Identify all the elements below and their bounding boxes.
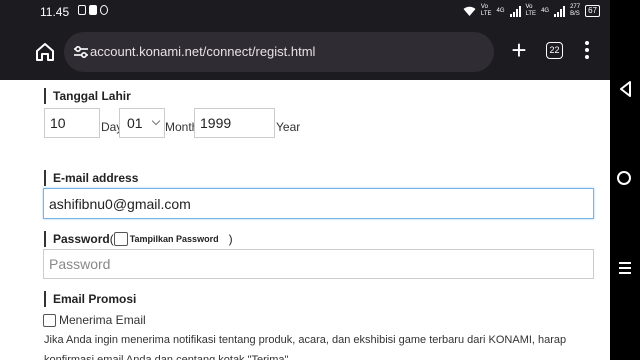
tab-switcher-button[interactable]: 22 [546,42,563,59]
video-notification-icon [78,5,86,15]
accept-email-label: Menerima Email [59,313,146,327]
volte-label-2: Vo LTE [525,4,537,17]
recent-apps-icon[interactable] [619,262,631,276]
new-tab-icon[interactable]: + [506,37,532,64]
month-select[interactable]: 01 [119,108,165,138]
url-bar[interactable]: account.konami.net/connect/regist.html [64,32,494,72]
month-value: 01 [127,115,143,131]
back-icon[interactable] [618,80,632,98]
signal-icon-2 [554,5,566,17]
email-value: ashifibnu0@gmail.com [49,195,191,212]
system-nav-bar [610,0,640,360]
chevron-down-icon [151,116,161,126]
notification-icons [78,5,108,15]
browser-toolbar: account.konami.net/connect/regist.html +… [0,24,610,80]
site-settings-icon[interactable] [72,43,90,61]
show-password-label: Tampilkan Password [129,234,219,244]
password-label: Password [53,232,110,246]
email-field[interactable]: ashifibnu0@gmail.com [43,188,594,219]
email-promo-label: Email Promosi [44,291,136,307]
system-icons: Vo LTE 4G Vo LTE 4G 277 B/S 67 [463,4,600,18]
password-label-row: Password ( Tampilkan Password ) [44,231,233,247]
password-placeholder: Password [49,256,111,272]
battery-icon: 67 [585,5,600,17]
square-notification-icon [89,5,97,15]
show-password-checkbox[interactable] [113,232,128,246]
email-label: E-mail address [44,170,138,186]
year-input[interactable]: 1999 [194,108,275,138]
status-bar: 11.45 Vo LTE 4G Vo LTE 4G 277 B/S 67 [0,0,610,24]
paren-close: ) [228,232,233,246]
birthdate-label: Tanggal Lahir [44,88,131,104]
net-4g-label-1: 4G [496,7,505,14]
promo-description: Jika Anda ingin menerima notifikasi tent… [44,334,567,360]
home-icon[interactable] [33,40,57,64]
nav-home-icon[interactable] [617,171,631,185]
wifi-icon [463,6,476,16]
day-value: 10 [50,115,66,131]
status-time: 11.45 [40,5,70,19]
year-value: 1999 [200,115,232,131]
web-page: Tanggal Lahir 10 Day 01 Month 1999 Year … [0,80,610,360]
net-4g-label-2: 4G [541,7,550,14]
more-menu-icon[interactable] [580,39,594,63]
accept-email-checkbox[interactable] [43,314,56,327]
password-field[interactable]: Password [43,249,594,279]
url-text[interactable]: account.konami.net/connect/regist.html [90,44,315,59]
year-label: Year [276,120,301,134]
volte-label-1: Vo LTE [480,4,492,17]
circle-notification-icon [100,5,108,15]
data-rate: 277 B/S [570,4,581,17]
day-input[interactable]: 10 [44,108,100,138]
signal-icon-1 [509,5,521,17]
